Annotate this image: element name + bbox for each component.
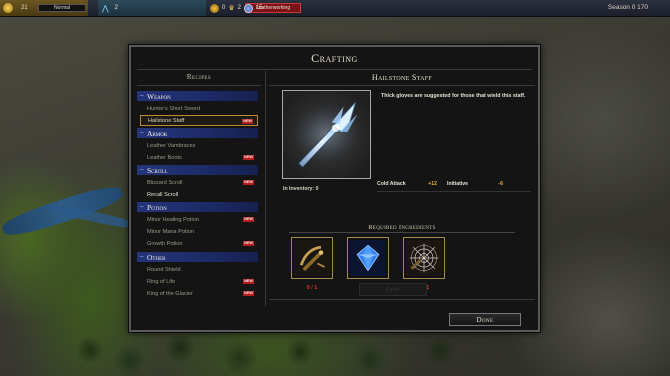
- stat-value: -6: [498, 181, 503, 187]
- recipe-label: Minor Mana Potion: [147, 228, 194, 235]
- category-scroll[interactable]: Scroll: [137, 165, 258, 175]
- recipe-label: Blizzard Scroll: [147, 179, 183, 186]
- season-counter: Season 0 170: [607, 4, 648, 11]
- required-ingredients-header: Required Ingredients: [368, 224, 436, 231]
- recipe-label: Ring of Life: [147, 278, 176, 285]
- recipes-header: Recipes: [186, 73, 212, 81]
- recipe-item[interactable]: Leather Boots NEW: [140, 152, 258, 163]
- category-weapon[interactable]: Weapon: [137, 91, 258, 101]
- new-badge: NEW: [243, 291, 254, 296]
- stat-value: +12: [428, 181, 437, 187]
- ice-staff-icon: [282, 90, 371, 179]
- new-badge: NEW: [243, 180, 254, 185]
- recipes-divider: [137, 85, 261, 86]
- dialog-title: Crafting: [311, 51, 358, 65]
- mana-orb-icon: [243, 3, 253, 13]
- recipe-item[interactable]: Minor Mana Potion: [140, 226, 258, 237]
- stat-initiative: Initiative -6: [447, 181, 503, 188]
- recipe-label: Hunter's Short Sword: [147, 105, 200, 112]
- hero-level: 2: [114, 5, 118, 11]
- gold-coin-icon: [3, 3, 13, 13]
- top-resource-bar: 21 Normal ⋀ 2 Leatherworking 0 ♛ 2 15 Se…: [0, 0, 670, 17]
- recipe-label: Round Shield: [147, 266, 181, 273]
- crafting-dialog: Crafting Recipes Weapon Hunter's Short S…: [129, 45, 540, 332]
- category-potion[interactable]: Potion: [137, 202, 258, 212]
- item-description: Thick gloves are suggested for those tha…: [381, 93, 526, 99]
- gold-amount: 21: [21, 5, 28, 11]
- recipe-item[interactable]: Leather Vambraces: [140, 140, 258, 151]
- recipe-item[interactable]: Minor Healing Potion NEW: [140, 214, 258, 225]
- difficulty-label: Normal: [38, 4, 86, 12]
- new-badge: NEW: [242, 119, 253, 124]
- title-divider: [137, 69, 532, 70]
- recipe-item[interactable]: Ring of Life NEW: [140, 276, 258, 287]
- gold-panel: 21 Normal: [0, 0, 88, 16]
- item-title: Hailstone Staff: [371, 73, 433, 82]
- crown-icon: ♛: [228, 4, 235, 12]
- blue-gem-icon[interactable]: [347, 237, 389, 279]
- inventory-count: In Inventory: 0: [283, 186, 319, 192]
- recipe-item-selected[interactable]: Hailstone Staff NEW: [140, 115, 258, 126]
- resource-b-count: 2: [237, 5, 241, 11]
- resource-panel: 0 ♛ 2 15: [208, 0, 268, 16]
- recipe-label: Minor Healing Potion: [147, 216, 199, 223]
- recipe-label: Leather Vambraces: [147, 142, 196, 149]
- hero-panel[interactable]: ⋀ 2 Leatherworking: [98, 0, 301, 16]
- recipe-item[interactable]: Growth Potion NEW: [140, 238, 258, 249]
- done-button[interactable]: Done: [449, 313, 521, 326]
- recipes-panel: Recipes Weapon Hunter's Short Sword Hail…: [137, 71, 261, 303]
- recipe-item[interactable]: Round Shield: [140, 264, 258, 275]
- recipe-label: Growth Potion: [147, 240, 183, 247]
- stat-label: Initiative: [447, 181, 469, 187]
- recipe-item[interactable]: King of the Glacier NEW: [140, 288, 258, 299]
- category-armor[interactable]: Armor: [137, 128, 258, 138]
- recipe-label: King of the Glacier: [147, 290, 194, 297]
- ingredient-count: 0 / 1: [306, 285, 318, 291]
- new-badge: NEW: [243, 241, 254, 246]
- recipe-item[interactable]: Recall Scroll: [140, 189, 258, 200]
- hero-sigil-icon: ⋀: [102, 3, 109, 13]
- recipe-label: Leather Boots: [147, 154, 182, 161]
- stat-label: Cold Attack: [377, 181, 406, 187]
- craft-button[interactable]: Craft: [359, 283, 427, 296]
- new-badge: NEW: [243, 279, 254, 284]
- stat-cold-attack: Cold Attack +12: [377, 181, 437, 188]
- recipe-item[interactable]: Hunter's Short Sword: [140, 103, 258, 114]
- new-badge: NEW: [243, 155, 254, 160]
- detail-bottom-divider: [269, 299, 535, 300]
- item-title-divider: [269, 85, 535, 86]
- recipe-item[interactable]: Blizzard Scroll NEW: [140, 177, 258, 188]
- crossbow-parts-icon[interactable]: [291, 237, 333, 279]
- recipe-label: Hailstone Staff: [148, 117, 185, 124]
- category-other[interactable]: Other: [137, 252, 258, 262]
- spider-web-icon[interactable]: [403, 237, 445, 279]
- forest-treeline: [70, 330, 490, 376]
- new-badge: NEW: [243, 217, 254, 222]
- item-detail-panel: Hailstone Staff Thick gloves are suggest…: [269, 71, 535, 307]
- sun-resource-icon: [210, 3, 219, 13]
- recipe-label: Recall Scroll: [147, 191, 179, 198]
- stat-divider: [377, 191, 531, 192]
- ingredients-divider: [289, 232, 515, 233]
- resource-c-count: 15: [255, 5, 263, 11]
- panel-divider: [265, 71, 266, 306]
- resource-a-count: 0: [222, 5, 226, 11]
